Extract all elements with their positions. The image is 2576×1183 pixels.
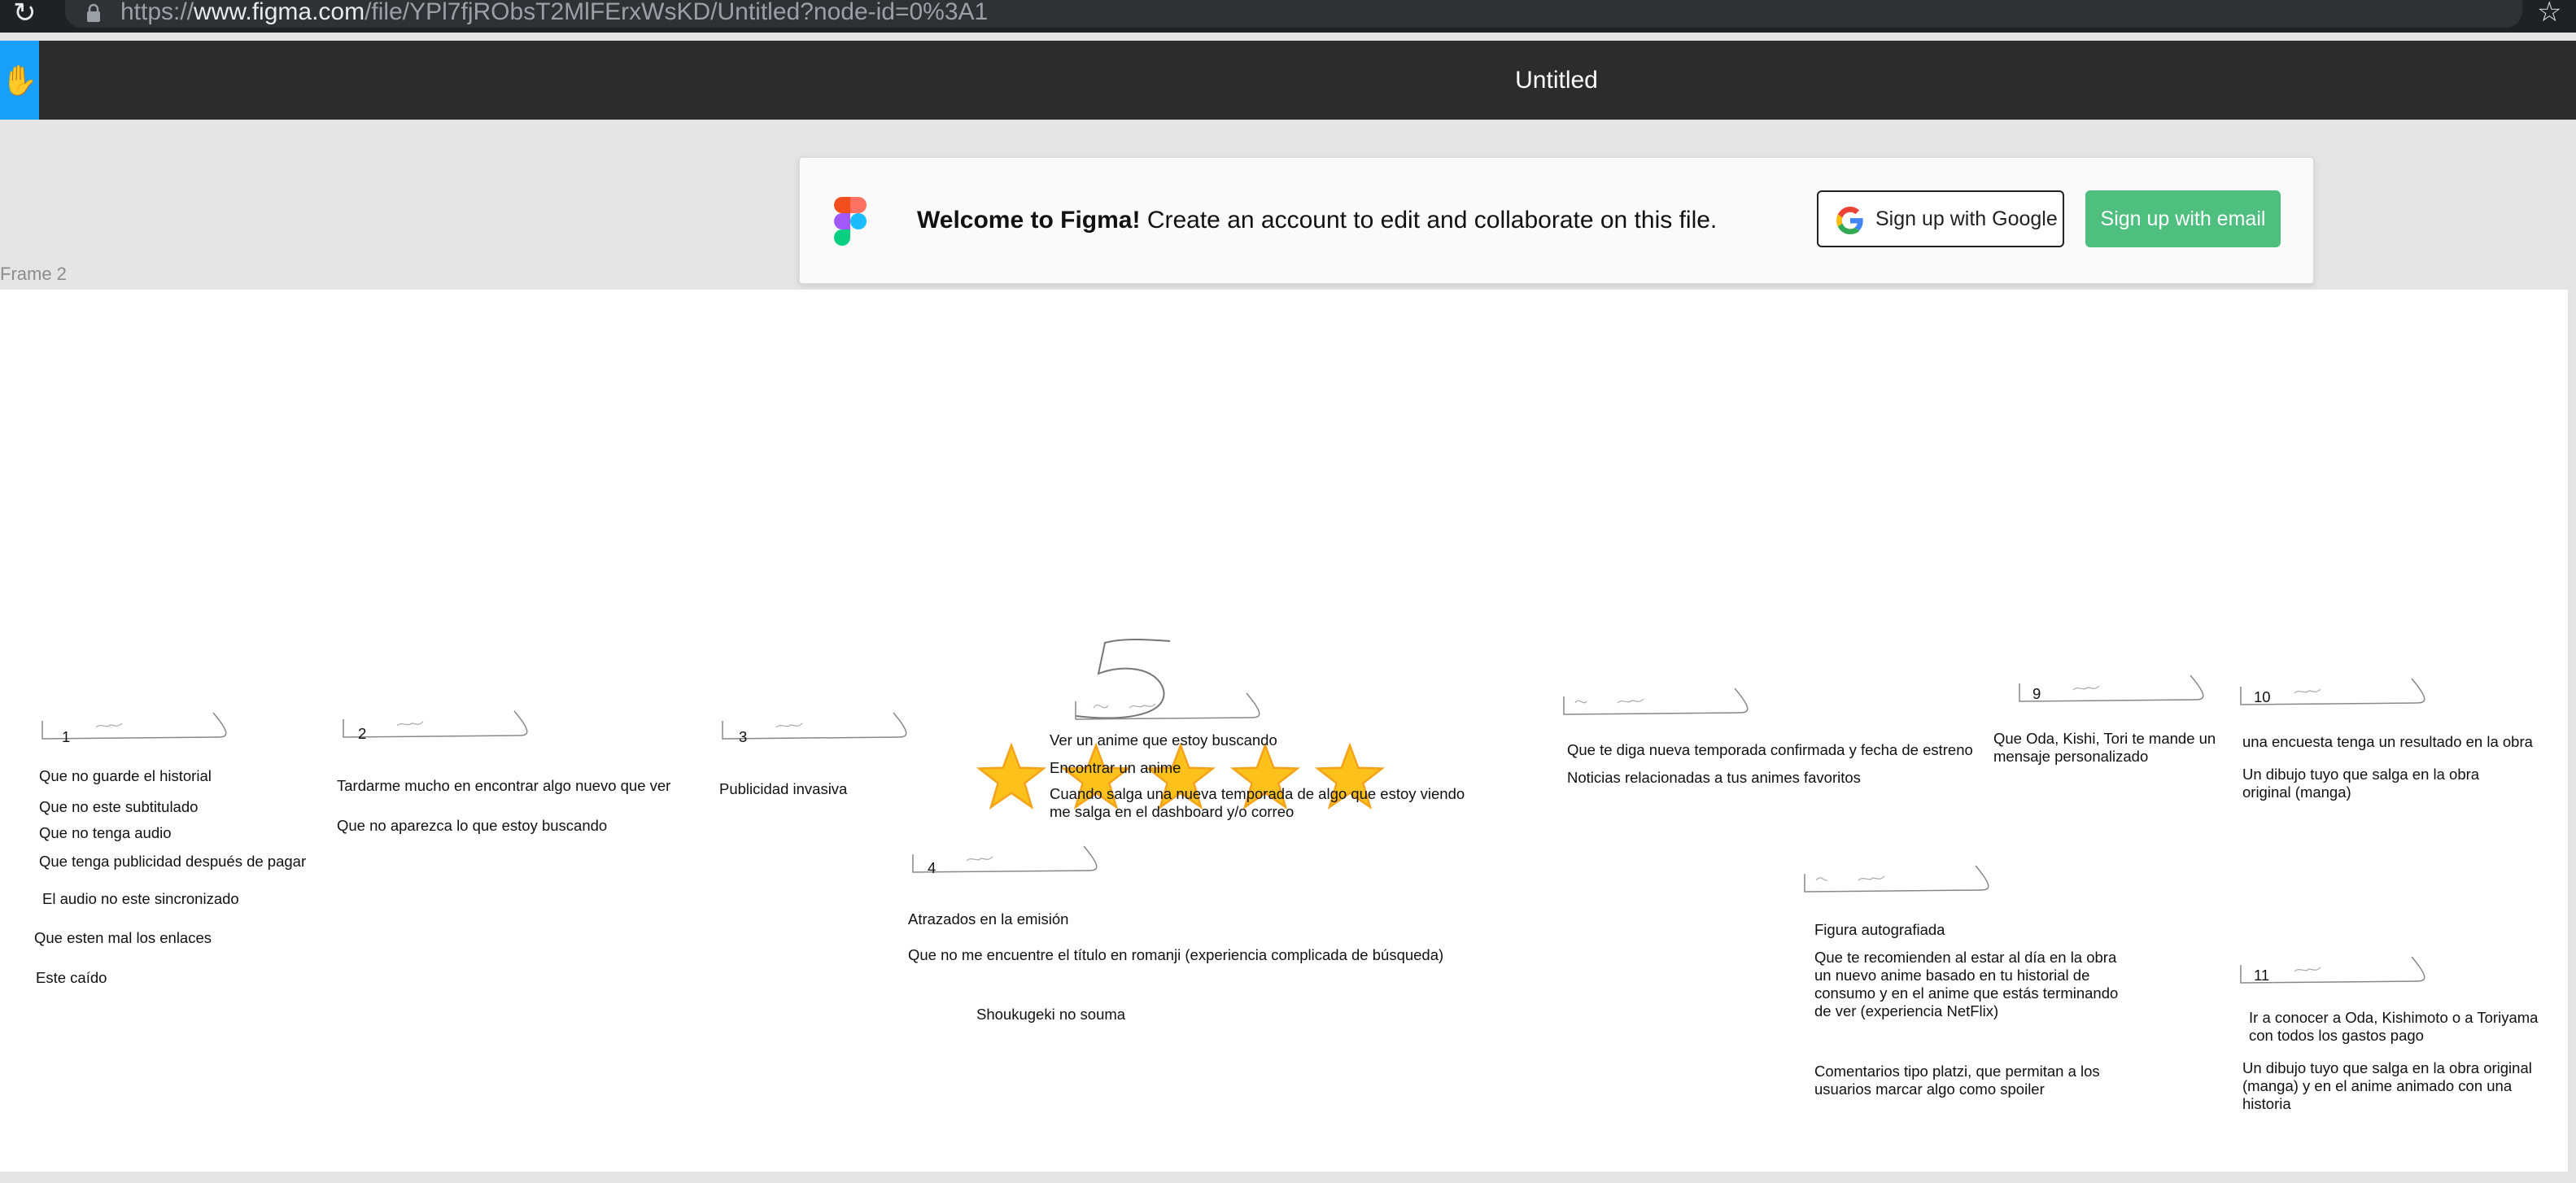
column-number: 4 (928, 859, 937, 876)
list-item[interactable]: Que no aparezca lo que estoy buscando (337, 817, 607, 835)
reload-icon[interactable]: ↻ (13, 0, 46, 28)
star-sketch-6 (1563, 688, 1749, 715)
sign-up-google-button[interactable]: Sign up with Google (1817, 190, 2064, 247)
list-item[interactable]: Publicidad invasiva (719, 780, 847, 798)
list-item[interactable]: Cuando salga una nueva temporada de algo… (1050, 785, 1481, 821)
list-item[interactable]: Comentarios tipo platzi, que permitan a … (1814, 1063, 2124, 1098)
sign-up-google-label: Sign up with Google (1875, 207, 2058, 230)
star-outline-icon[interactable]: ☆ (2537, 0, 2561, 28)
star-sketch-9 (2019, 674, 2204, 702)
list-item[interactable]: Que no guarde el historial (39, 767, 212, 785)
column-number: 3 (739, 728, 748, 745)
figma-logo-icon (834, 197, 867, 246)
list-item[interactable]: Figura autografiada (1814, 921, 1945, 939)
list-item[interactable]: Shoukugeki no souma (976, 1006, 1125, 1024)
frame-label[interactable]: Frame 2 (0, 264, 67, 285)
browser-bar: ↻ https://www.figma.com/file/YPl7fjRObsT… (0, 0, 2576, 33)
document-title[interactable]: Untitled (0, 41, 2576, 120)
list-item[interactable]: Que no me encuentre el título en romanji… (908, 946, 1443, 964)
list-item[interactable]: Noticias relacionadas a tus animes favor… (1567, 769, 1861, 787)
star-sketch-3 (722, 712, 907, 740)
figma-toolbar: ✋ Untitled (0, 41, 2576, 120)
list-item[interactable]: Tardarme mucho en encontrar algo nuevo q… (337, 777, 670, 795)
star-sketch-5 (1075, 692, 1260, 720)
column-number: 2 (358, 725, 367, 742)
star-sketch-7 (1804, 865, 1989, 893)
star-sketch-2 (343, 710, 528, 738)
list-item[interactable]: Que no este subtitulado (39, 798, 198, 816)
star-icon (976, 742, 1047, 810)
list-item[interactable]: Que Oda, Kishi, Tori te mande un mensaje… (1993, 730, 2229, 766)
welcome-banner: Welcome to Figma! Create an account to e… (799, 157, 2314, 284)
lock-icon (87, 3, 100, 22)
column-number: 9 (2032, 685, 2041, 702)
google-logo-icon (1836, 207, 1863, 234)
star-sketch-4 (912, 845, 1098, 873)
welcome-message: Welcome to Figma! Create an account to e… (917, 207, 1718, 234)
list-item[interactable]: Que no tenga audio (39, 824, 172, 842)
list-item[interactable]: Que tenga publicidad después de pagar (39, 853, 306, 871)
list-item[interactable]: Un dibujo tuyo que salga en la obra orig… (2242, 1059, 2543, 1113)
column-number: 11 (2254, 967, 2270, 984)
list-item[interactable]: Este caído (36, 969, 107, 987)
frame-canvas[interactable]: 1 Que no guarde el historial Que no este… (0, 290, 2568, 1172)
list-item[interactable]: Que te recomienden al estar al día en la… (1814, 949, 2124, 1020)
list-item[interactable]: Un dibujo tuyo que salga en la obra orig… (2242, 766, 2519, 801)
list-item[interactable]: Encontrar un anime (1050, 759, 1181, 777)
column-number: 10 (2254, 688, 2271, 705)
sign-up-email-button[interactable]: Sign up with email (2085, 190, 2281, 247)
column-number: 1 (62, 728, 71, 745)
list-item[interactable]: Ver un anime que estoy buscando (1050, 731, 1277, 749)
list-item[interactable]: Que esten mal los enlaces (34, 929, 212, 947)
list-item[interactable]: El audio no este sincronizado (42, 890, 239, 908)
list-item[interactable]: una encuesta tenga un resultado en la ob… (2242, 733, 2533, 751)
url-text[interactable]: https://www.figma.com/file/YPl7fjRObsT2M… (120, 0, 988, 28)
list-item[interactable]: Atrazados en la emisión (908, 910, 1068, 928)
list-item[interactable]: Que te diga nueva temporada confirmada y… (1567, 741, 1973, 759)
list-item[interactable]: Ir a conocer a Oda, Kishimoto o a Toriya… (2249, 1009, 2550, 1045)
